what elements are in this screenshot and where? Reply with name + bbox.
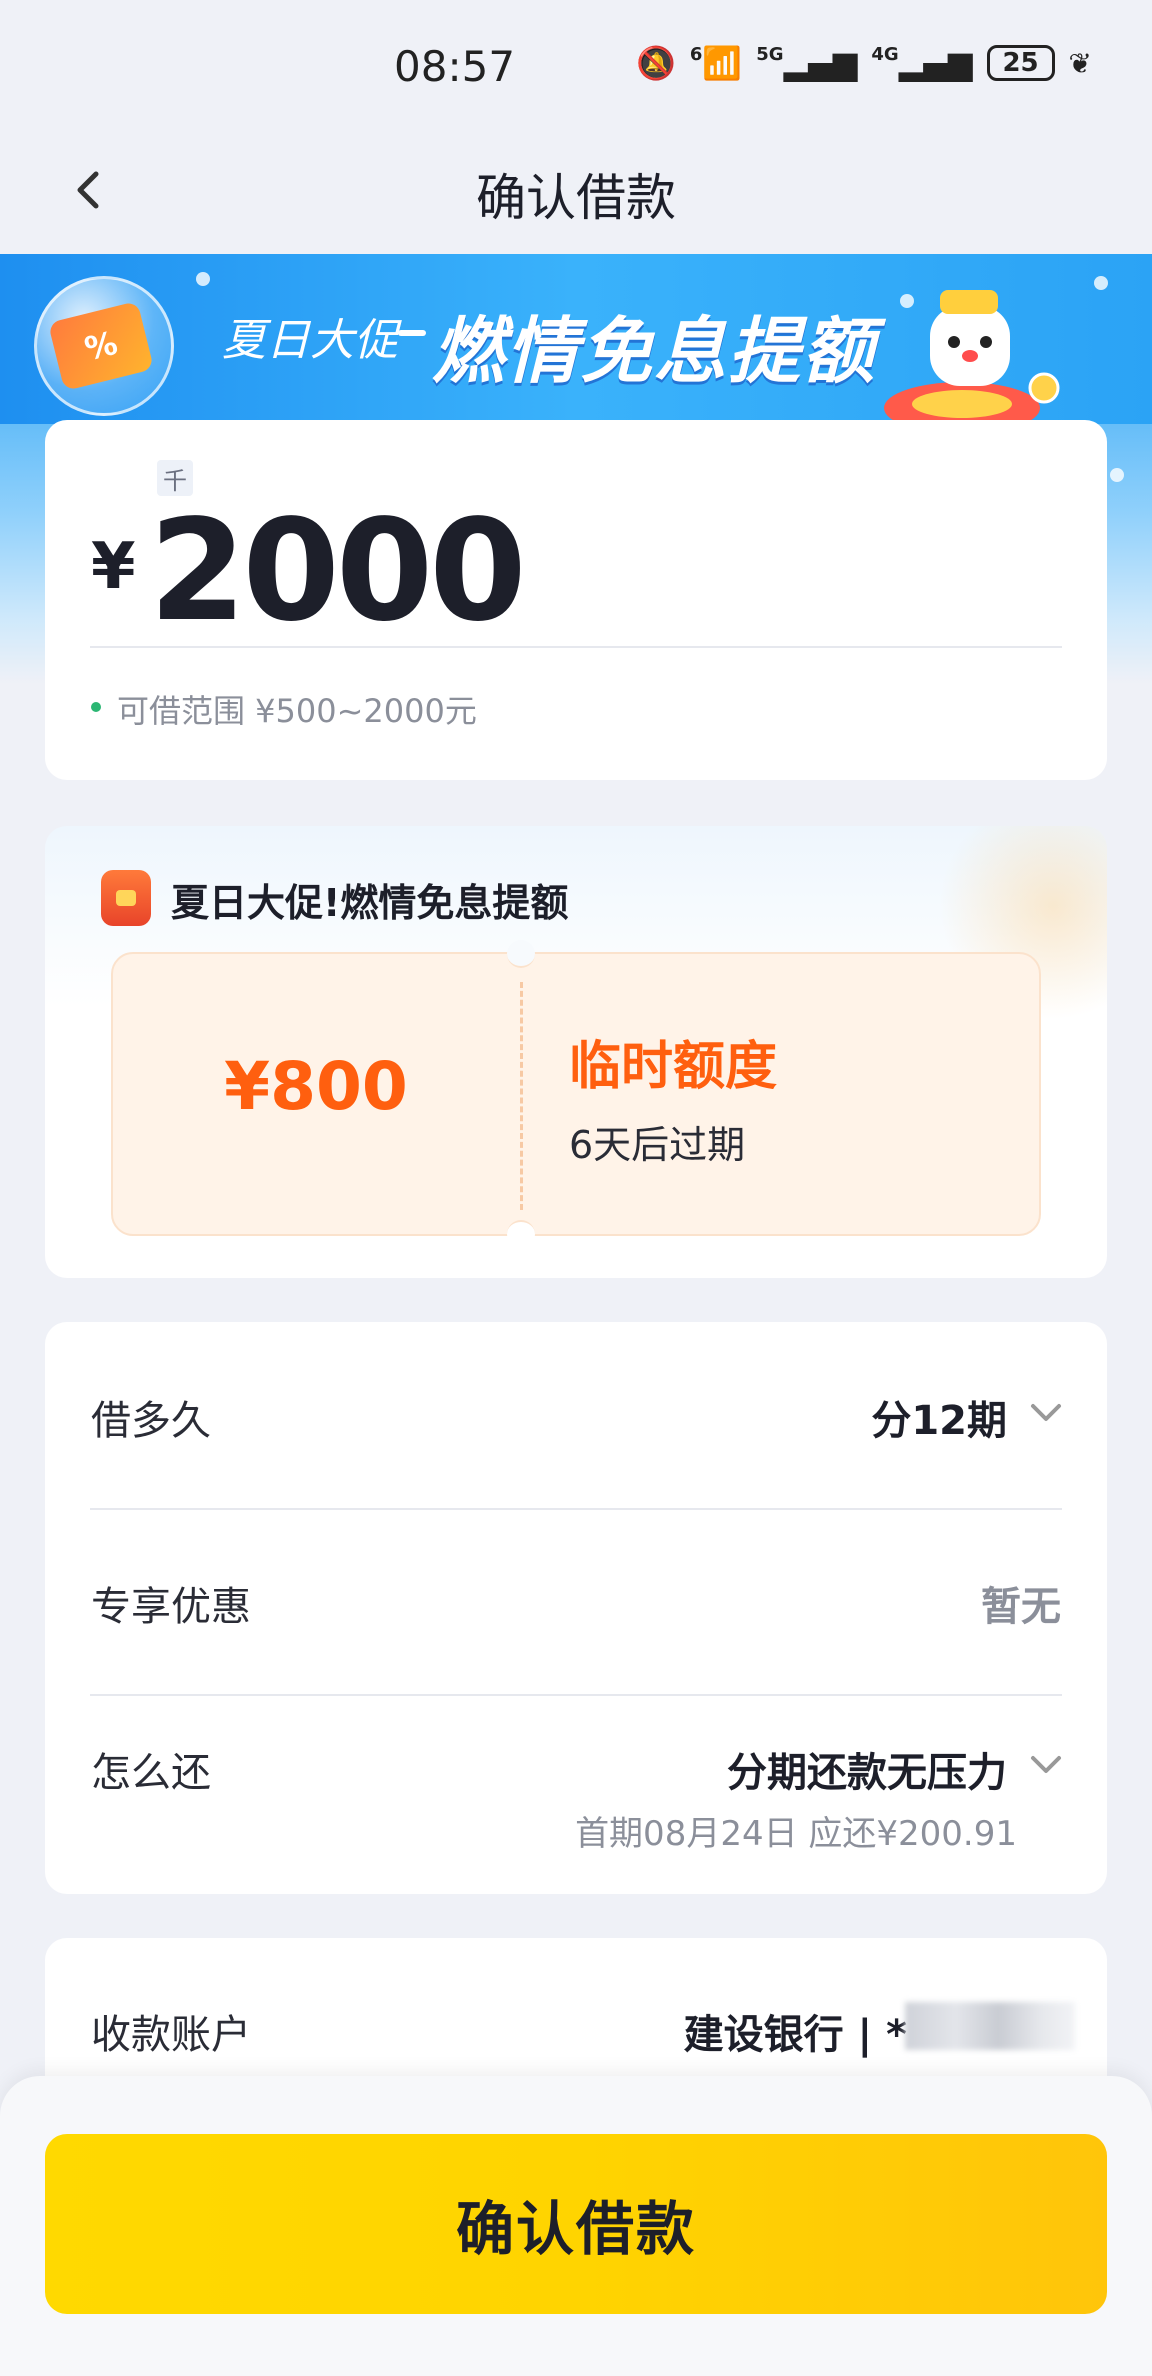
bottom-action-bar: 确认借款 bbox=[0, 2076, 1152, 2376]
amount-input[interactable]: 2000 bbox=[149, 490, 527, 653]
range-dot-icon bbox=[91, 702, 101, 712]
banner-headline: 燃情免息提额 bbox=[432, 309, 877, 393]
repay-label: 怎么还 bbox=[91, 1750, 211, 1796]
promo-title: 夏日大促!燃情免息提额 bbox=[171, 881, 569, 925]
sparkle-decoration bbox=[900, 294, 914, 308]
sparkle-decoration bbox=[196, 272, 210, 286]
ticket-notch bbox=[507, 940, 535, 968]
promo-card: 夏日大促!燃情免息提额 ¥800 临时额度 6天后过期 bbox=[45, 826, 1107, 1278]
repay-value: 分期还款无压力 bbox=[727, 1750, 1007, 1796]
account-label: 收款账户 bbox=[91, 2012, 251, 2058]
banner-dash bbox=[398, 330, 426, 336]
chevron-down-icon bbox=[1031, 1756, 1061, 1773]
nav-bar: 确认借款 bbox=[0, 130, 1152, 254]
divider bbox=[90, 1508, 1062, 1510]
amount-card: 千 ¥ 2000 可借范围 ¥500~2000元 bbox=[45, 420, 1107, 780]
amount-range-hint: 可借范围 ¥500~2000元 bbox=[117, 692, 477, 730]
status-icons: 🔕 6📶 5G▂▄▆ 4G▂▄▆ 25 ❦ bbox=[636, 44, 1092, 82]
offer-label: 专享优惠 bbox=[91, 1584, 251, 1630]
battery-icon: 25 bbox=[986, 45, 1055, 81]
status-bar: 08:57 🔕 6📶 5G▂▄▆ 4G▂▄▆ 25 ❦ bbox=[0, 0, 1152, 130]
red-envelope-icon bbox=[101, 870, 151, 926]
currency-symbol: ¥ bbox=[91, 530, 136, 604]
page-title: 确认借款 bbox=[476, 169, 676, 227]
sparkle-decoration bbox=[1110, 468, 1124, 482]
divider bbox=[90, 1694, 1062, 1696]
wifi-icon: 6📶 bbox=[689, 44, 743, 82]
signal-5g-icon: 5G▂▄▆ bbox=[756, 44, 858, 82]
banner-subtitle: 夏日大促 bbox=[222, 315, 398, 366]
masked-account-number bbox=[905, 2002, 1075, 2050]
coupon-icon: % bbox=[47, 300, 155, 392]
loan-details-card: 借多久 分12期 专享优惠 暂无 怎么还 分期还款无压力 首期08月24日 应还… bbox=[45, 1322, 1107, 1894]
bubble-decoration: % bbox=[34, 276, 174, 416]
coupon-amount: ¥800 bbox=[224, 1048, 408, 1125]
ticket-notch bbox=[507, 1220, 535, 1248]
confirm-loan-button[interactable]: 确认借款 bbox=[45, 2134, 1107, 2314]
mute-bell-icon: 🔕 bbox=[636, 44, 676, 82]
chevron-down-icon bbox=[1031, 1404, 1061, 1421]
sparkle-decoration bbox=[1094, 276, 1108, 290]
offer-value: 暂无 bbox=[981, 1584, 1061, 1630]
term-label: 借多久 bbox=[91, 1398, 211, 1444]
repay-note: 首期08月24日 应还¥200.91 bbox=[575, 1814, 1017, 1854]
ticket-divider bbox=[520, 982, 523, 1210]
coupon-expiry: 6天后过期 bbox=[569, 1123, 746, 1167]
coupon-label: 临时额度 bbox=[569, 1037, 778, 1097]
loan-confirm-page: { "status_bar": { "time": "08:57", "net1… bbox=[0, 0, 1152, 2376]
leaf-icon: ❦ bbox=[1068, 46, 1092, 80]
status-time: 08:57 bbox=[394, 42, 516, 91]
term-value: 分12期 bbox=[871, 1398, 1007, 1444]
temporary-credit-coupon[interactable]: ¥800 临时额度 6天后过期 bbox=[111, 940, 1041, 1248]
divider bbox=[90, 646, 1062, 648]
bank-name: 建设银行 | * bbox=[683, 2012, 907, 2058]
signal-4g-icon: 4G▂▄▆ bbox=[871, 44, 973, 82]
